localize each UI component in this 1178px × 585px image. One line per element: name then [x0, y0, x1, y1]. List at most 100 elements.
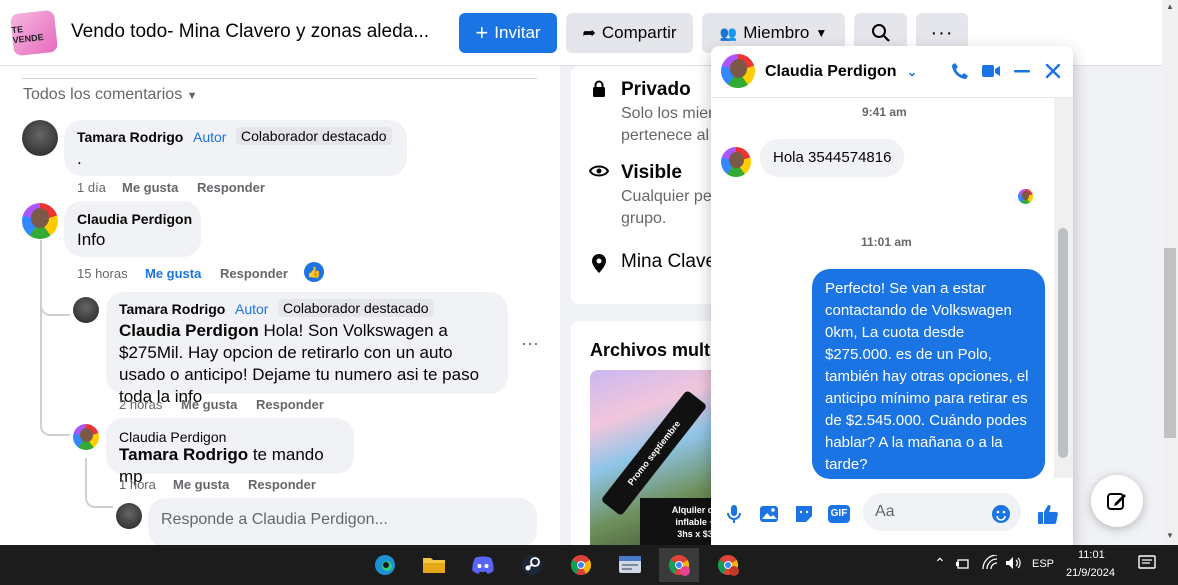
current-user-avatar[interactable]: [116, 503, 142, 529]
comment-author[interactable]: Tamara Rodrigo: [119, 301, 225, 317]
like-reaction-icon[interactable]: 👍: [304, 262, 324, 282]
notifications-icon[interactable]: [1138, 555, 1156, 574]
promo-banner-text: Promo septiembre: [625, 418, 683, 488]
contact-avatar[interactable]: [721, 54, 755, 88]
sticker-icon[interactable]: [792, 502, 816, 526]
outgoing-message[interactable]: Perfecto! Se van a estar contactando de …: [812, 269, 1045, 479]
contact-avatar[interactable]: [721, 147, 751, 177]
share-button-label: Compartir: [601, 23, 677, 42]
comment-text: Claudia Perdigon Hola! Son Volkswagen a …: [119, 320, 499, 408]
chat-window: Claudia Perdigon ⌄ 9:41 am Hola 35445748…: [711, 46, 1073, 545]
app-window-icon[interactable]: [610, 548, 650, 582]
comment-time[interactable]: 1 hora: [119, 477, 156, 492]
more-icon[interactable]: ···: [521, 333, 539, 354]
privacy-title: Privado: [621, 79, 691, 100]
group-thumbnail[interactable]: TE VENDE: [9, 9, 59, 57]
clock-date[interactable]: 21/9/2024: [1066, 567, 1115, 579]
photo-icon[interactable]: [757, 502, 781, 526]
lock-icon: [593, 80, 605, 97]
thread-line: [40, 240, 42, 420]
top-contributor-badge[interactable]: Colaborador destacado: [278, 299, 434, 317]
comment-text: Info: [77, 230, 106, 249]
like-button[interactable]: Me gusta: [145, 266, 201, 281]
avatar[interactable]: [22, 203, 58, 239]
scroll-down-arrow[interactable]: ▼: [1166, 531, 1174, 540]
like-button[interactable]: Me gusta: [181, 397, 237, 412]
minimize-icon[interactable]: [1010, 59, 1034, 83]
comment-author[interactable]: Claudia Perdigon: [77, 211, 192, 227]
chat-scrollbar[interactable]: [1054, 98, 1073, 478]
avatar[interactable]: [22, 120, 58, 156]
comment-time[interactable]: 1 día: [77, 180, 106, 195]
incoming-message[interactable]: Hola 3544574816: [760, 139, 905, 177]
comment-time[interactable]: 15 horas: [77, 266, 128, 281]
location-pin-icon: [592, 254, 606, 273]
avatar[interactable]: [73, 297, 99, 323]
caret-down-icon: ▼: [186, 90, 198, 102]
member-button-label: Miembro: [743, 23, 810, 42]
reply-button[interactable]: Responder: [220, 266, 288, 281]
gif-icon[interactable]: GIF: [827, 502, 851, 526]
page-scrollbar[interactable]: ▲ ▼: [1162, 0, 1178, 545]
visibility-description-line: Cualquier pe: [621, 188, 712, 205]
seen-receipt-avatar: [1018, 189, 1033, 204]
microphone-icon[interactable]: [722, 502, 746, 526]
input-language[interactable]: ESP: [1032, 558, 1054, 570]
like-button[interactable]: Me gusta: [173, 477, 229, 492]
phone-call-icon[interactable]: [948, 59, 972, 83]
video-call-icon[interactable]: [979, 59, 1003, 83]
comment-author[interactable]: Claudia Perdigon: [119, 429, 226, 445]
comment-author[interactable]: Tamara Rodrigo: [77, 129, 183, 145]
caret-down-icon: ▼: [815, 26, 828, 40]
reply-placeholder: Responde a Claudia Perdigon...: [161, 511, 388, 528]
more-icon: ···: [930, 21, 954, 44]
like-button[interactable]: Me gusta: [122, 180, 178, 195]
steam-icon[interactable]: [512, 548, 552, 582]
message-input-placeholder: Aa: [875, 503, 895, 520]
reply-button[interactable]: Responder: [256, 397, 324, 412]
os-taskbar: ⌃ ESP 11:01 21/9/2024: [0, 545, 1178, 585]
chrome-secondary-icon[interactable]: [708, 548, 748, 582]
comments-sort-label: Todos los comentarios: [23, 86, 183, 103]
comment-text: .: [77, 149, 82, 168]
chat-scrollbar-thumb[interactable]: [1058, 228, 1068, 458]
new-message-button[interactable]: [1091, 475, 1143, 527]
reply-button[interactable]: Responder: [197, 180, 265, 195]
volume-icon[interactable]: [1005, 555, 1021, 574]
media-section-title: Archivos multi: [590, 340, 716, 360]
chevron-up-icon[interactable]: ⌃: [934, 555, 946, 572]
scroll-up-arrow[interactable]: ▲: [1166, 2, 1174, 11]
thumbs-up-icon[interactable]: [1036, 502, 1060, 526]
invite-button[interactable]: + Invitar: [459, 13, 557, 53]
post-comments-panel: Todos los comentarios ▼ Tamara Rodrigo A…: [0, 66, 560, 545]
chrome-active-icon[interactable]: [659, 548, 699, 582]
top-contributor-badge[interactable]: Colaborador destacado: [236, 127, 392, 145]
chat-contact-label: Claudia Perdigon: [765, 63, 897, 80]
mention-link[interactable]: Tamara Rodrigo: [119, 445, 248, 464]
group-title[interactable]: Vendo todo- Mina Clavero y zonas aleda..…: [71, 21, 429, 43]
message-timestamp: 9:41 am: [862, 105, 907, 119]
comments-sort-dropdown[interactable]: Todos los comentarios ▼: [23, 86, 198, 104]
chrome-profile-icon[interactable]: [561, 548, 601, 582]
eye-icon: [589, 165, 609, 177]
share-icon: ➦: [582, 25, 596, 42]
comment-time[interactable]: 2 horas: [119, 397, 162, 412]
reply-input[interactable]: Responde a Claudia Perdigon...: [148, 498, 537, 545]
close-icon[interactable]: [1041, 59, 1065, 83]
file-explorer-icon[interactable]: [414, 548, 454, 582]
mention-link[interactable]: Claudia Perdigon: [119, 321, 259, 340]
wifi-icon[interactable]: [982, 554, 998, 574]
thread-connector: [85, 488, 113, 508]
chat-contact-name[interactable]: Claudia Perdigon ⌄: [765, 63, 917, 81]
chat-header: Claudia Perdigon ⌄: [711, 46, 1073, 98]
reply-button[interactable]: Responder: [248, 477, 316, 492]
network-device-icon[interactable]: [956, 556, 972, 573]
avatar[interactable]: [73, 424, 99, 450]
edge-browser-icon[interactable]: [365, 548, 405, 582]
emoji-icon[interactable]: [989, 502, 1013, 526]
discord-icon[interactable]: [463, 548, 503, 582]
share-button[interactable]: ➦ Compartir: [566, 13, 693, 53]
location-text[interactable]: Mina Clave: [621, 251, 716, 273]
page-scrollbar-thumb[interactable]: [1164, 248, 1176, 438]
clock-time[interactable]: 11:01: [1078, 549, 1105, 561]
